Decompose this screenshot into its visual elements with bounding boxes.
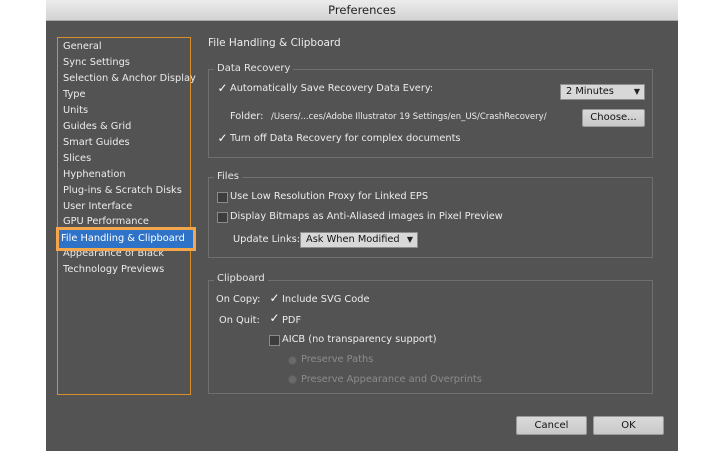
window-title: Preferences	[46, 0, 678, 21]
sidebar-item-type[interactable]: Type	[63, 87, 86, 102]
turn-off-recovery-checkbox[interactable]: ✓	[217, 132, 228, 144]
sidebar-item-technology-previews[interactable]: Technology Previews	[63, 262, 164, 277]
sidebar-item-sync-settings[interactable]: Sync Settings	[63, 55, 130, 70]
sidebar-item-general[interactable]: General	[63, 39, 102, 54]
auto-save-checkbox[interactable]: ✓	[217, 82, 228, 94]
anti-aliased-bitmaps-checkbox[interactable]	[217, 212, 228, 223]
recovery-interval-select[interactable]: 2 Minutes ▼	[560, 84, 645, 100]
ok-button[interactable]: OK	[593, 416, 664, 435]
preferences-window: Preferences General Sync Settings Select…	[46, 0, 678, 451]
clipboard-title: Clipboard	[214, 273, 268, 284]
data-recovery-title: Data Recovery	[214, 63, 294, 74]
sidebar-item-units[interactable]: Units	[63, 103, 88, 118]
folder-path: /Users/...ces/Adobe Illustrator 19 Setti…	[271, 112, 547, 122]
chevron-down-icon: ▼	[633, 87, 640, 96]
auto-save-label: Automatically Save Recovery Data Every:	[230, 83, 434, 94]
pdf-label: PDF	[282, 315, 302, 326]
cancel-button[interactable]: Cancel	[516, 416, 587, 435]
preserve-paths-radio[interactable]	[288, 356, 297, 365]
pdf-checkbox[interactable]: ✓	[269, 312, 280, 324]
folder-label: Folder:	[230, 111, 264, 122]
preserve-appearance-radio[interactable]	[288, 375, 297, 384]
include-svg-checkbox[interactable]: ✓	[269, 292, 280, 304]
sidebar-item-hyphenation[interactable]: Hyphenation	[63, 167, 126, 182]
section-title: File Handling & Clipboard	[208, 37, 341, 49]
sidebar: General Sync Settings Selection & Anchor…	[57, 37, 196, 395]
low-res-proxy-checkbox[interactable]	[217, 192, 228, 203]
choose-folder-button[interactable]: Choose...	[582, 109, 645, 127]
aicb-label: AICB (no transparency support)	[282, 334, 437, 345]
aicb-checkbox[interactable]	[269, 335, 280, 346]
chevron-down-icon: ▼	[406, 235, 413, 244]
sidebar-item-file-handling-clipboard[interactable]: File Handling & Clipboard	[56, 227, 196, 251]
update-links-label: Update Links:	[233, 234, 301, 245]
on-copy-label: On Copy:	[216, 294, 261, 305]
sidebar-item-guides-grid[interactable]: Guides & Grid	[63, 119, 131, 134]
turn-off-recovery-label: Turn off Data Recovery for complex docum…	[230, 133, 461, 144]
sidebar-item-user-interface[interactable]: User Interface	[63, 199, 132, 214]
include-svg-label: Include SVG Code	[282, 294, 370, 305]
anti-aliased-bitmaps-label: Display Bitmaps as Anti-Aliased images i…	[230, 211, 503, 222]
sidebar-item-slices[interactable]: Slices	[63, 151, 91, 166]
on-quit-label: On Quit:	[219, 315, 260, 326]
update-links-select[interactable]: Ask When Modified ▼	[300, 232, 418, 248]
recovery-interval-value: 2 Minutes	[566, 86, 614, 97]
preserve-appearance-label: Preserve Appearance and Overprints	[301, 374, 482, 385]
preserve-paths-label: Preserve Paths	[301, 354, 374, 365]
sidebar-item-plugins-scratch-disks[interactable]: Plug-ins & Scratch Disks	[63, 183, 182, 198]
low-res-proxy-label: Use Low Resolution Proxy for Linked EPS	[230, 191, 429, 202]
sidebar-item-selection-anchor-display[interactable]: Selection & Anchor Display	[63, 71, 196, 86]
update-links-value: Ask When Modified	[306, 234, 400, 245]
files-title: Files	[214, 171, 242, 182]
sidebar-item-smart-guides[interactable]: Smart Guides	[63, 135, 130, 150]
